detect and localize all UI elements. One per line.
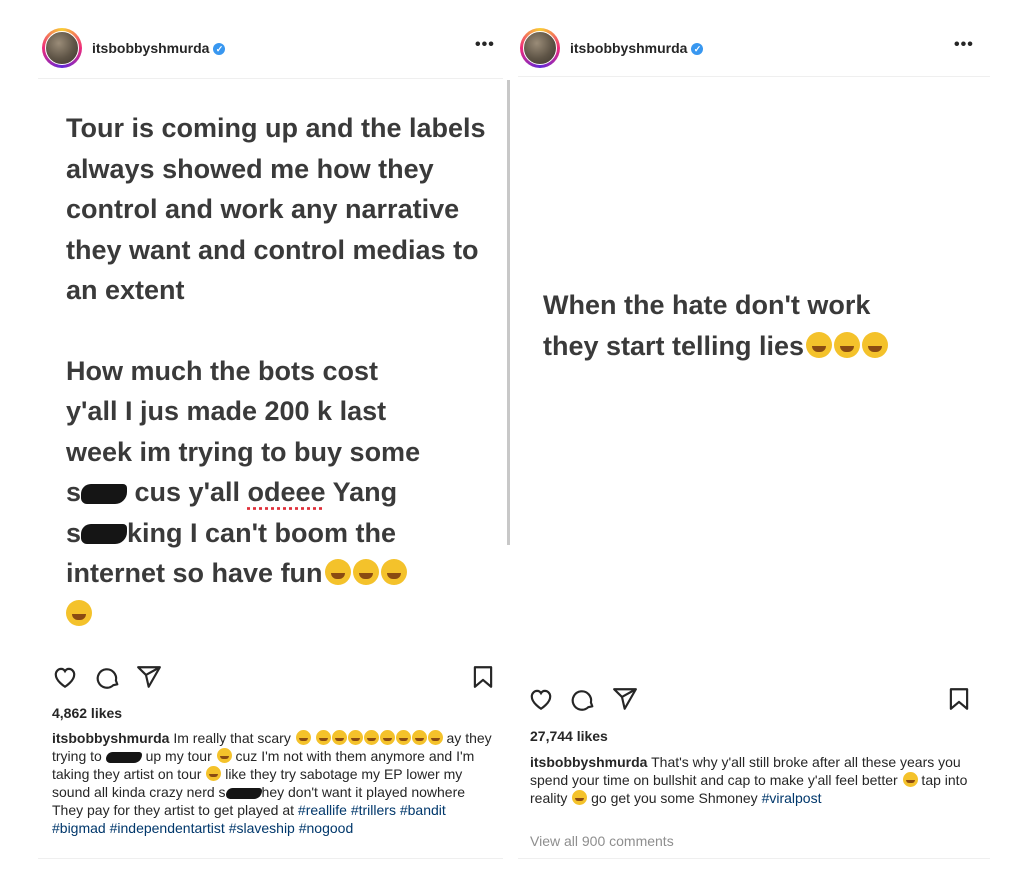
likes-count[interactable]: 4,862 likes — [52, 705, 122, 721]
post-text-line: s king I can't boom the — [66, 517, 396, 548]
laughing-emoji — [379, 730, 395, 745]
post-header: itsbobbyshmurda ✓ ••• — [38, 26, 503, 74]
laughing-emoji — [806, 331, 833, 358]
comment-icon[interactable] — [570, 686, 596, 712]
censor-mark — [81, 483, 128, 504]
post-image-text: Tour is coming up and the labels always … — [66, 108, 486, 634]
laughing-emoji — [331, 730, 347, 745]
laughing-emoji — [411, 730, 427, 745]
avatar[interactable] — [42, 28, 82, 68]
bookmark-icon[interactable] — [946, 686, 972, 712]
verified-icon: ✓ — [213, 43, 226, 56]
bookmark-icon[interactable] — [470, 664, 496, 690]
hashtag-link[interactable]: #bandit — [400, 802, 446, 818]
caption-username[interactable]: itsbobbyshmurda — [52, 730, 169, 746]
verified-icon: ✓ — [691, 43, 704, 56]
post-left: itsbobbyshmurda ✓ ••• Tour is coming up a… — [38, 0, 503, 869]
post-text-line: internet so have fun — [66, 553, 486, 594]
post-right: itsbobbyshmurda ✓ ••• When the hate don't… — [518, 0, 990, 869]
post-text-line: When the hate don't work — [543, 290, 871, 320]
wink-emoji — [572, 790, 588, 805]
censor-mark — [81, 524, 128, 545]
hashtag-link[interactable]: #nogood — [299, 820, 354, 836]
scream-emoji — [216, 748, 232, 763]
share-icon[interactable] — [612, 686, 638, 712]
post-bottom-divider — [518, 858, 990, 859]
censor-mark — [225, 787, 262, 799]
laughing-emoji — [363, 730, 379, 745]
avatar[interactable] — [520, 28, 560, 68]
laughing-emoji — [315, 730, 331, 745]
hashtag-link[interactable]: #slaveship — [229, 820, 295, 836]
post-image-text: When the hate don't work they start tell… — [543, 285, 983, 366]
laughing-emoji — [347, 730, 363, 745]
pleading-emoji — [206, 766, 222, 781]
post-text-line: y'all I jus made 200 k last — [66, 396, 387, 426]
more-options-icon[interactable]: ••• — [954, 36, 974, 54]
post-caption: itsbobbyshmurda Im really that scary ay … — [52, 730, 492, 836]
laughing-emoji — [324, 559, 351, 585]
view-comments-link[interactable]: View all 900 comments — [530, 833, 674, 849]
hashtag-link[interactable]: #viralpost — [762, 790, 822, 806]
post-header: itsbobbyshmurda ✓ ••• — [518, 26, 990, 74]
action-bar — [518, 686, 990, 714]
header-divider — [518, 76, 990, 77]
post-text-line — [66, 594, 486, 635]
heart-icon[interactable] — [52, 664, 78, 690]
hashtag-link[interactable]: #bigmad — [52, 820, 106, 836]
heart-icon[interactable] — [528, 686, 554, 712]
hashtag-link[interactable]: #independentartist — [110, 820, 225, 836]
laughing-emoji — [902, 772, 918, 787]
laughing-emoji — [427, 730, 443, 745]
username-text: itsbobbyshmurda — [570, 40, 688, 56]
post-text-line: week im trying to buy some — [66, 436, 421, 467]
laughing-emoji — [395, 730, 411, 745]
likes-count[interactable]: 27,744 likes — [530, 728, 608, 744]
laughing-emoji — [834, 331, 861, 358]
more-options-icon[interactable]: ••• — [475, 36, 495, 54]
username-link[interactable]: itsbobbyshmurda ✓ — [92, 40, 226, 56]
post-text-paragraph-1: Tour is coming up and the labels always … — [66, 113, 486, 305]
username-text: itsbobbyshmurda — [92, 40, 210, 56]
column-separator — [507, 80, 510, 545]
post-text-line: How much the bots cost — [66, 355, 379, 386]
post-caption: itsbobbyshmurda That's why y'all still b… — [530, 754, 968, 806]
post-text-line: s cus y'all odeee Yang — [66, 477, 398, 507]
laughing-emoji — [862, 331, 889, 358]
post-text-line: they start telling lies — [543, 326, 983, 367]
hashtag-link[interactable]: #reallife — [298, 802, 347, 818]
action-bar — [38, 664, 503, 692]
hashtag-link[interactable]: #trillers — [351, 802, 396, 818]
laughing-emoji — [352, 559, 379, 585]
share-icon[interactable] — [136, 664, 162, 690]
caption-username[interactable]: itsbobbyshmurda — [530, 754, 647, 770]
post-bottom-divider — [38, 858, 503, 859]
laughing-emoji — [380, 559, 407, 585]
username-link[interactable]: itsbobbyshmurda ✓ — [570, 40, 704, 56]
censor-mark — [105, 751, 142, 763]
header-divider — [38, 78, 503, 79]
grimace-emoji — [295, 730, 311, 745]
laughing-emoji — [66, 599, 92, 626]
comment-icon[interactable] — [95, 664, 121, 690]
